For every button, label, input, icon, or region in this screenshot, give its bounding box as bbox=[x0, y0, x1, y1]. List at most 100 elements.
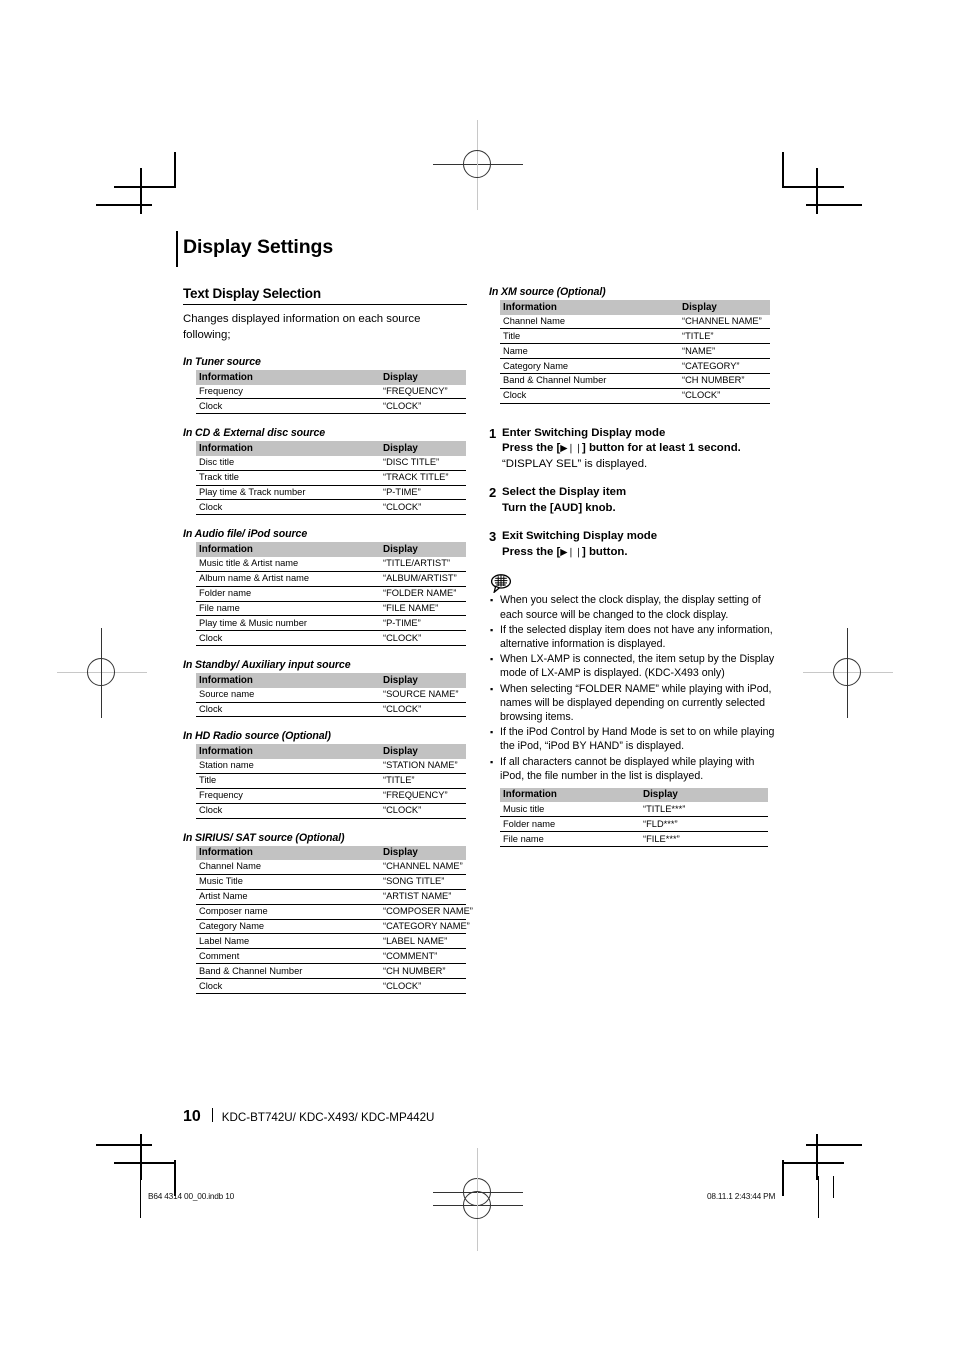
step-title: Enter Switching Display mode bbox=[502, 426, 666, 439]
table-row: Disc title “DISC TITLE” bbox=[196, 455, 466, 471]
step-title: Select the Display item bbox=[502, 486, 627, 499]
table-row: Clock “CLOCK” bbox=[196, 398, 466, 415]
note-item: ▪ When selecting “FOLDER NAME” while play… bbox=[489, 682, 779, 725]
step-result-note: “DISPLAY SEL” is displayed. bbox=[502, 457, 648, 470]
table-cd-external: Information Display Disc title “DISC TITL… bbox=[196, 441, 466, 516]
table-row: Channel Name “CHANNEL NAME” bbox=[500, 314, 770, 330]
cell-display: “FILE NAME” bbox=[380, 601, 466, 617]
cell-information: Title bbox=[196, 773, 380, 789]
table-row: Clock “CLOCK” bbox=[196, 702, 466, 718]
bullet-icon: ▪ bbox=[490, 683, 494, 694]
footer-divider bbox=[211, 1108, 213, 1122]
note-text: If all characters cannot be displayed wh… bbox=[500, 755, 755, 782]
note-item: ▪ When you select the clock display, the … bbox=[489, 593, 779, 621]
imprint-filename: B64 4314 00_00.indb 10 bbox=[148, 1191, 235, 1201]
note-item: ▪ If the iPod Control by Hand Mode is set… bbox=[489, 725, 779, 753]
model-list: KDC-BT742U/ KDC-X493/ KDC-MP442U bbox=[221, 1111, 435, 1124]
column-header-information: Information bbox=[196, 370, 380, 385]
cell-information: Clock bbox=[196, 398, 380, 415]
play-pause-button-icon: ▶❘❘ bbox=[560, 546, 582, 558]
right-column: In XM source (Optional) Information Disp… bbox=[489, 286, 779, 848]
table-label-audio-ipod: In Audio file/ iPod source bbox=[183, 528, 308, 541]
table-row: Clock “CLOCK” bbox=[196, 978, 466, 995]
table-row: Station name “STATION NAME” bbox=[196, 758, 466, 774]
column-header-information: Information bbox=[196, 673, 380, 688]
table-row: Source name “SOURCE NAME” bbox=[196, 687, 466, 703]
note-item: ▪ When LX-AMP is connected, the item setu… bbox=[489, 652, 779, 680]
note-item: ▪ If the selected display item does not h… bbox=[489, 623, 779, 651]
step-number: 1 bbox=[489, 425, 497, 441]
cell-information: Track title bbox=[196, 470, 380, 486]
table-row: Frequency “FREQUENCY” bbox=[196, 384, 466, 400]
note-bubble-icon bbox=[490, 573, 512, 595]
table-row: Music title “TITLE***” bbox=[500, 802, 768, 818]
procedure-steps: 1 Enter Switching Display mode Press the… bbox=[489, 426, 779, 561]
cell-information: Clock bbox=[196, 630, 380, 647]
column-header-information: Information bbox=[196, 845, 380, 861]
cell-display: “ALBUM/ARTIST” bbox=[380, 571, 466, 587]
table-row: Frequency “FREQUENCY” bbox=[196, 788, 466, 804]
step-instruction-pre: Press the [ bbox=[502, 545, 561, 558]
column-header-display: Display bbox=[380, 441, 466, 456]
table-row: Play time & Track number “P-TIME” bbox=[196, 485, 466, 501]
cell-information: Clock bbox=[196, 499, 380, 516]
section-title: Text Display Selection bbox=[183, 286, 467, 305]
step-instruction-post: ] button for at least 1 second. bbox=[581, 442, 741, 455]
table-row: Label Name “LABEL NAME” bbox=[196, 933, 466, 950]
table-row: Folder name “FOLDER NAME” bbox=[196, 586, 466, 602]
cell-information: Clock bbox=[196, 978, 380, 995]
cell-display: “STATION NAME” bbox=[380, 758, 466, 774]
note-text: If the selected display item does not ha… bbox=[500, 623, 773, 650]
cell-display: “CLOCK” bbox=[380, 978, 466, 995]
cell-display: “COMPOSER NAME” bbox=[380, 904, 473, 920]
cell-information: Disc title bbox=[196, 455, 380, 471]
cell-display: “CLOCK” bbox=[679, 388, 770, 404]
column-header-information: Information bbox=[196, 744, 380, 759]
bullet-icon: ▪ bbox=[490, 756, 494, 767]
table-row: Music Title “SONG TITLE” bbox=[196, 874, 466, 890]
column-header-display: Display bbox=[380, 370, 466, 385]
cell-display: “CH NUMBER” bbox=[380, 963, 466, 980]
cell-display: “FOLDER NAME” bbox=[380, 586, 466, 602]
table-row: Clock “CLOCK” bbox=[500, 388, 770, 404]
table-row: Album name & Artist name “ALBUM/ARTIST” bbox=[196, 571, 466, 587]
note-text: When selecting “FOLDER NAME” while playi… bbox=[500, 682, 772, 723]
page-footer: 10 KDC-BT742U/ KDC-X493/ KDC-MP442U bbox=[183, 1107, 434, 1126]
cell-information: Music title bbox=[500, 802, 640, 818]
cell-display: “TITLE***” bbox=[640, 802, 768, 818]
cell-display: “SONG TITLE” bbox=[380, 874, 466, 890]
cell-display: “FLD***” bbox=[640, 816, 768, 833]
cell-information: Channel Name bbox=[500, 314, 679, 330]
table-label-hd-radio: In HD Radio source (Optional) bbox=[183, 730, 331, 743]
cell-display: “FILE***” bbox=[640, 831, 768, 848]
cell-display: “LABEL NAME” bbox=[380, 933, 466, 950]
cell-information: Band & Channel Number bbox=[196, 963, 380, 980]
table-row: File name “FILE***” bbox=[500, 831, 768, 848]
page-number: 10 bbox=[183, 1108, 201, 1125]
bullet-icon: ▪ bbox=[490, 624, 494, 635]
table-standby-aux: Information Display Source name “SOURCE N… bbox=[196, 673, 466, 718]
cell-display: “TITLE” bbox=[679, 328, 770, 345]
cell-display: “CATEGORY NAME” bbox=[380, 919, 470, 935]
column-header-information: Information bbox=[500, 787, 640, 803]
cell-information: Music title & Artist name bbox=[196, 556, 380, 572]
bullet-icon: ▪ bbox=[490, 595, 494, 606]
step-instruction: Press the [▶❘❘] button. bbox=[502, 545, 657, 561]
table-row: File name “FILE NAME” bbox=[196, 601, 466, 617]
step-item: 2 Select the Display item Turn the [AUD]… bbox=[489, 485, 779, 516]
cell-information: Play time & Track number bbox=[196, 485, 380, 501]
table-label-sirius-sat: In SIRIUS/ SAT source (Optional) bbox=[183, 831, 345, 844]
cell-information: Band & Channel Number bbox=[500, 373, 679, 389]
table-row: Category Name “CATEGORY NAME” bbox=[196, 919, 470, 935]
column-header-display: Display bbox=[679, 300, 770, 315]
table-row: Title “TITLE” bbox=[196, 773, 466, 789]
cell-information: Title bbox=[500, 328, 679, 345]
step-number: 2 bbox=[489, 485, 497, 501]
table-label-tuner: In Tuner source bbox=[183, 356, 261, 368]
cell-display: “TITLE” bbox=[380, 773, 466, 789]
manual-page: Display Settings Text Display Selection … bbox=[0, 0, 954, 1350]
table-label-standby-aux: In Standby/ Auxiliary input source bbox=[183, 659, 351, 672]
note-text: When LX-AMP is connected, the item setup… bbox=[500, 653, 775, 680]
column-header-information: Information bbox=[196, 441, 380, 456]
cell-display: “CLOCK” bbox=[380, 499, 466, 516]
